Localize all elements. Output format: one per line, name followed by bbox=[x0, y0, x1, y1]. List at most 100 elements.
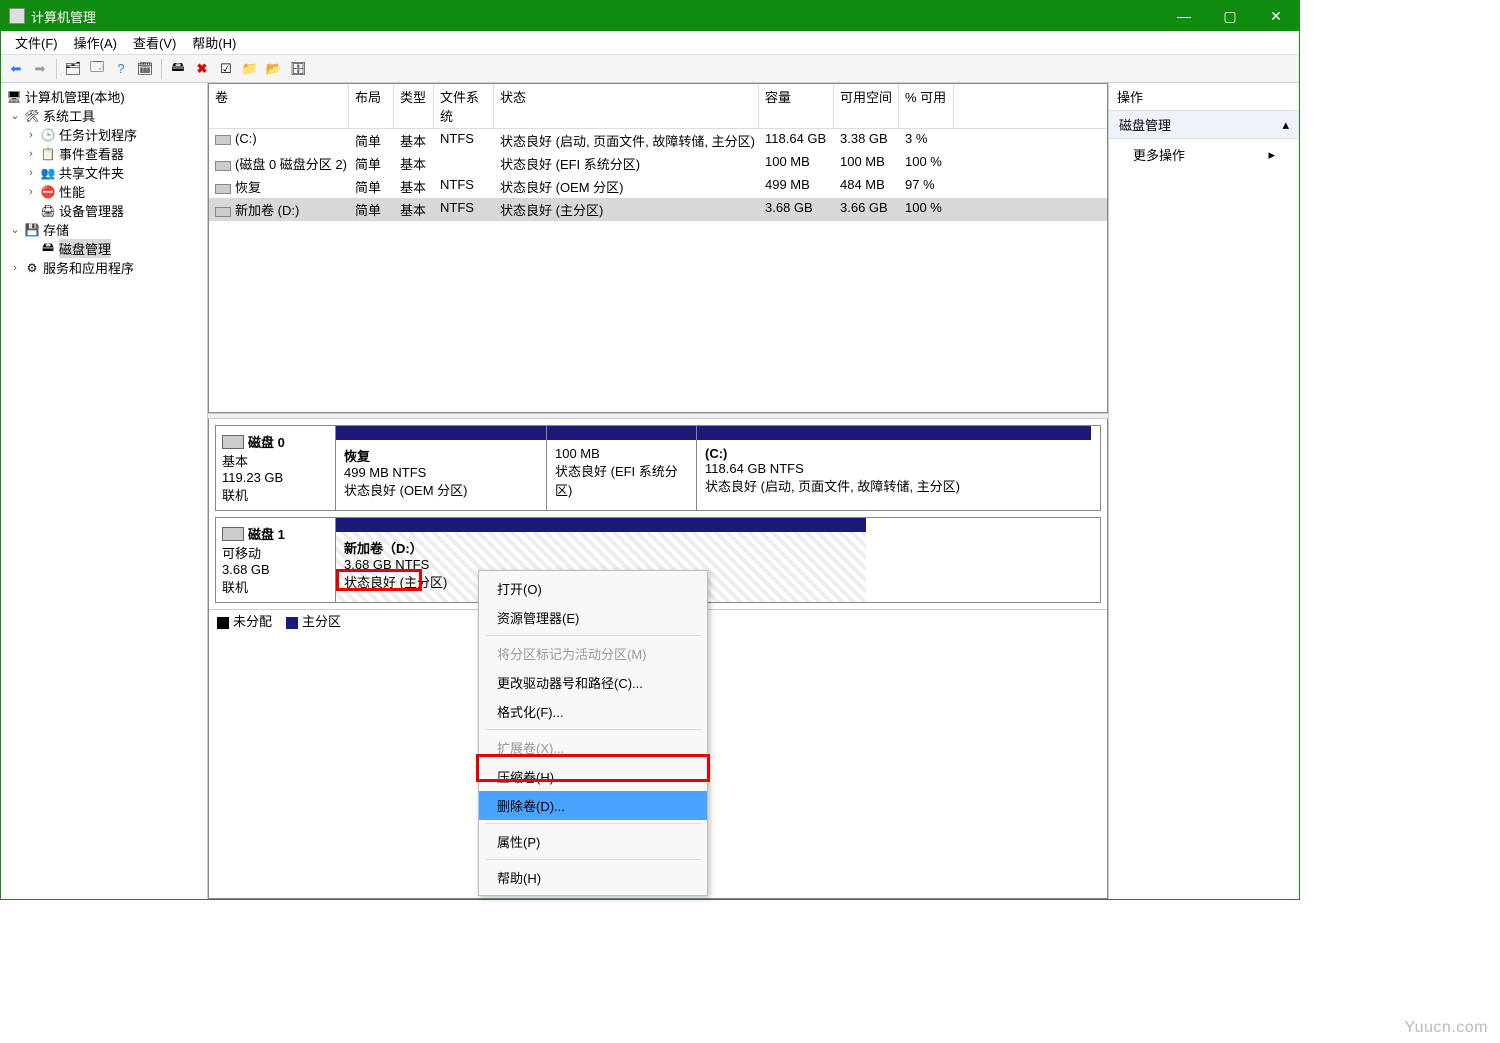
col-capacity[interactable]: 容量 bbox=[759, 84, 834, 128]
app-icon bbox=[9, 8, 25, 24]
volume-icon bbox=[215, 135, 231, 145]
context-menu-item[interactable]: 更改驱动器号和路径(C)... bbox=[479, 668, 707, 697]
partition[interactable]: 恢复499 MB NTFS状态良好 (OEM 分区) bbox=[336, 426, 546, 510]
col-fs[interactable]: 文件系统 bbox=[434, 84, 494, 128]
partition[interactable]: (C:)118.64 GB NTFS状态良好 (启动, 页面文件, 故障转储, … bbox=[696, 426, 1091, 510]
storage-icon: 💾 bbox=[24, 222, 40, 238]
volume-list[interactable]: 卷 布局 类型 文件系统 状态 容量 可用空间 % 可用 (C:)简单基本NTF… bbox=[208, 83, 1108, 413]
back-button[interactable]: ⬅ bbox=[5, 58, 27, 80]
actions-more[interactable]: 更多操作▸ bbox=[1109, 139, 1299, 170]
tree-shared-folders[interactable]: 共享文件夹 bbox=[59, 163, 124, 182]
expand-icon[interactable]: › bbox=[25, 167, 37, 179]
tree-system-tools[interactable]: 系统工具 bbox=[43, 106, 95, 125]
tree-task-scheduler[interactable]: 任务计划程序 bbox=[59, 125, 137, 144]
col-status[interactable]: 状态 bbox=[494, 84, 759, 128]
titlebar[interactable]: 计算机管理 — ▢ ✕ bbox=[1, 1, 1299, 31]
disk-row: 磁盘 0基本119.23 GB联机恢复499 MB NTFS状态良好 (OEM … bbox=[215, 425, 1101, 511]
chevron-right-icon: ▸ bbox=[1268, 147, 1275, 163]
collapse-icon[interactable]: ⌄ bbox=[9, 223, 21, 236]
maximize-button[interactable]: ▢ bbox=[1207, 1, 1253, 31]
services-icon: ⚙ bbox=[24, 260, 40, 276]
collapse-icon: ▴ bbox=[1282, 117, 1289, 133]
actions-pane: 操作 磁盘管理▴ 更多操作▸ bbox=[1109, 83, 1299, 899]
close-button[interactable]: ✕ bbox=[1253, 1, 1299, 31]
disk-info[interactable]: 磁盘 1可移动3.68 GB联机 bbox=[216, 518, 336, 602]
tree-services[interactable]: 服务和应用程序 bbox=[43, 258, 134, 277]
device-icon: 🖨 bbox=[40, 203, 56, 219]
list-icon[interactable]: 🗄 bbox=[287, 58, 309, 80]
context-menu-item: 扩展卷(X)... bbox=[479, 733, 707, 762]
volume-row[interactable]: 新加卷 (D:)简单基本NTFS状态良好 (主分区)3.68 GB3.66 GB… bbox=[209, 198, 1107, 221]
shared-icon: 👥 bbox=[40, 165, 56, 181]
context-menu-item[interactable]: 资源管理器(E) bbox=[479, 603, 707, 632]
expand-icon[interactable]: › bbox=[25, 129, 37, 141]
actions-section[interactable]: 磁盘管理▴ bbox=[1109, 111, 1299, 139]
volume-icon bbox=[215, 161, 231, 171]
volume-row[interactable]: 恢复简单基本NTFS状态良好 (OEM 分区)499 MB484 MB97 % bbox=[209, 175, 1107, 198]
menu-separator bbox=[485, 823, 701, 824]
menu-separator bbox=[485, 859, 701, 860]
help-icon[interactable]: ? bbox=[110, 58, 132, 80]
watermark: Yuucn.com bbox=[1404, 1019, 1488, 1037]
menu-file[interactable]: 文件(F) bbox=[7, 31, 66, 54]
nav-tree[interactable]: 🖥计算机管理(本地) ⌄🛠系统工具 ›🕒任务计划程序 ›📋事件查看器 ›👥共享文… bbox=[1, 83, 208, 899]
volume-icon bbox=[215, 207, 231, 217]
menu-view[interactable]: 查看(V) bbox=[125, 31, 184, 54]
context-menu-item[interactable]: 属性(P) bbox=[479, 827, 707, 856]
context-menu-item[interactable]: 删除卷(D)... bbox=[479, 791, 707, 820]
tree-performance[interactable]: 性能 bbox=[59, 182, 85, 201]
volume-icon bbox=[215, 184, 231, 194]
legend-unallocated-swatch bbox=[217, 617, 229, 629]
view-icon[interactable]: 🗓 bbox=[134, 58, 156, 80]
action2-icon[interactable]: 📁 bbox=[239, 58, 261, 80]
legend-unallocated: 未分配 bbox=[233, 614, 272, 629]
tree-storage[interactable]: 存储 bbox=[43, 220, 69, 239]
window-title: 计算机管理 bbox=[31, 7, 1161, 26]
col-layout[interactable]: 布局 bbox=[349, 84, 394, 128]
volume-header-row: 卷 布局 类型 文件系统 状态 容量 可用空间 % 可用 bbox=[209, 84, 1107, 129]
legend-primary: 主分区 bbox=[302, 614, 341, 629]
context-menu-item[interactable]: 格式化(F)... bbox=[479, 697, 707, 726]
action3-icon[interactable]: 📂 bbox=[263, 58, 285, 80]
menu-separator bbox=[485, 729, 701, 730]
col-volume[interactable]: 卷 bbox=[209, 84, 349, 128]
context-menu-item[interactable]: 帮助(H) bbox=[479, 863, 707, 892]
perf-icon: ⛔ bbox=[40, 184, 56, 200]
tree-disk-management[interactable]: 磁盘管理 bbox=[59, 239, 111, 258]
context-menu[interactable]: 打开(O)资源管理器(E)将分区标记为活动分区(M)更改驱动器号和路径(C)..… bbox=[478, 570, 708, 896]
tree-device-manager[interactable]: 设备管理器 bbox=[59, 201, 124, 220]
menubar: 文件(F) 操作(A) 查看(V) 帮助(H) bbox=[1, 31, 1299, 55]
expand-icon[interactable]: › bbox=[25, 186, 37, 198]
actions-header: 操作 bbox=[1109, 83, 1299, 111]
volume-row[interactable]: (磁盘 0 磁盘分区 2)简单基本状态良好 (EFI 系统分区)100 MB10… bbox=[209, 152, 1107, 175]
tree-event-viewer[interactable]: 事件查看器 bbox=[59, 144, 124, 163]
menu-help[interactable]: 帮助(H) bbox=[184, 31, 244, 54]
event-icon: 📋 bbox=[40, 146, 56, 162]
forward-button[interactable]: ➡ bbox=[29, 58, 51, 80]
context-menu-item[interactable]: 打开(O) bbox=[479, 574, 707, 603]
computer-icon: 🖥 bbox=[6, 89, 22, 105]
expand-icon[interactable]: › bbox=[25, 148, 37, 160]
properties-icon[interactable]: 🗔 bbox=[86, 58, 108, 80]
partition[interactable]: 100 MB状态良好 (EFI 系统分区) bbox=[546, 426, 696, 510]
delete-icon[interactable]: ✖ bbox=[191, 58, 213, 80]
tree-root[interactable]: 计算机管理(本地) bbox=[25, 87, 125, 106]
disk-info[interactable]: 磁盘 0基本119.23 GB联机 bbox=[216, 426, 336, 510]
expand-icon[interactable]: › bbox=[9, 262, 21, 274]
context-menu-item[interactable]: 压缩卷(H)... bbox=[479, 762, 707, 791]
tools-icon: 🛠 bbox=[24, 108, 40, 124]
action-icon[interactable]: ☑ bbox=[215, 58, 237, 80]
collapse-icon[interactable]: ⌄ bbox=[9, 109, 21, 122]
show-hide-tree-icon[interactable]: 🗂 bbox=[62, 58, 84, 80]
scheduler-icon: 🕒 bbox=[40, 127, 56, 143]
refresh-icon[interactable]: 🖴 bbox=[167, 58, 189, 80]
volume-row[interactable]: (C:)简单基本NTFS状态良好 (启动, 页面文件, 故障转储, 主分区)11… bbox=[209, 129, 1107, 152]
menu-action[interactable]: 操作(A) bbox=[66, 31, 125, 54]
menu-separator bbox=[485, 635, 701, 636]
col-pct[interactable]: % 可用 bbox=[899, 84, 954, 128]
col-type[interactable]: 类型 bbox=[394, 84, 434, 128]
minimize-button[interactable]: — bbox=[1161, 1, 1207, 31]
legend-primary-swatch bbox=[286, 617, 298, 629]
disk-mgmt-icon: 🖴 bbox=[40, 241, 56, 257]
col-free[interactable]: 可用空间 bbox=[834, 84, 899, 128]
